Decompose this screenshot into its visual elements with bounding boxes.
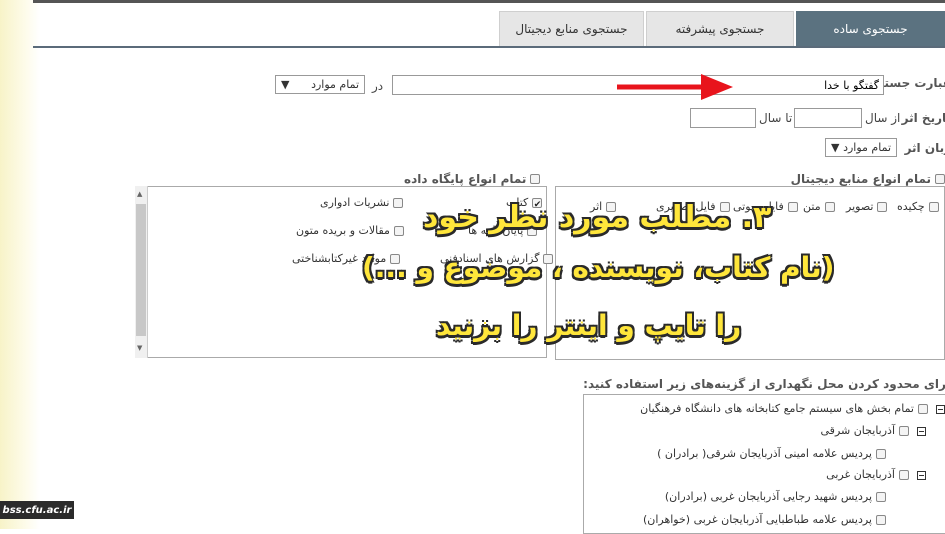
- chevron-down-icon: ▼: [831, 141, 840, 154]
- tab-digital-search[interactable]: جستجوی منابع دیجیتال: [499, 11, 644, 46]
- tab-simple-search[interactable]: جستجوی ساده: [796, 11, 945, 46]
- tree-item-all[interactable]: تمام بخش های سیستم جامع کتابخانه های دان…: [640, 402, 928, 415]
- tree-item-east-azarbaijan[interactable]: آذربایجان شرقی: [821, 424, 909, 437]
- tree-item-rajaei-campus[interactable]: پردیس شهید رجایی آذربایجان غربی (برادران…: [665, 490, 886, 503]
- checkbox[interactable]: [530, 174, 541, 184]
- left-edge-decoration: [0, 0, 40, 529]
- from-year-label: از سال: [865, 111, 901, 125]
- overlay-line-3: را تایپ و اینتر را بزنید: [436, 309, 742, 342]
- language-select[interactable]: ▼ تمام موارد: [825, 138, 897, 157]
- overlay-line-2: (نام کتاب، نویسنده ، موضوع و ...): [362, 251, 835, 284]
- from-year-input[interactable]: [794, 108, 862, 128]
- tab-advanced-search[interactable]: جستجوی پیشرفته: [646, 11, 794, 46]
- digital-type-text[interactable]: متن: [803, 200, 835, 213]
- checkbox[interactable]: [935, 174, 945, 184]
- digital-types-header[interactable]: تمام انواع منابع دیجیتال: [791, 172, 945, 186]
- scroll-thumb[interactable]: [136, 204, 146, 336]
- scroll-up-icon[interactable]: ▲: [137, 190, 142, 198]
- watermark: bss.cfu.ac.ir: [0, 501, 74, 519]
- scroll-down-icon[interactable]: ▼: [137, 344, 142, 352]
- collapse-icon[interactable]: [917, 427, 926, 436]
- digital-type-image[interactable]: تصویر: [846, 200, 888, 213]
- scope-select[interactable]: ▼ تمام موارد: [275, 75, 365, 94]
- chevron-down-icon: ▼: [281, 78, 290, 91]
- in-label: در: [372, 79, 384, 93]
- to-year-label: تا سال: [759, 111, 793, 125]
- collapse-icon[interactable]: [917, 471, 926, 480]
- tree-item-tabatabaei-campus[interactable]: پردیس علامه طباطبایی آذربایجان غربی (خوا…: [643, 513, 886, 526]
- tree-item-west-azarbaijan[interactable]: آذربایجان غربی: [826, 468, 909, 481]
- language-label: زبان اثر: [904, 141, 945, 155]
- location-prompt: برای محدود کردن محل نگهداری از گزینه‌های…: [583, 377, 945, 391]
- overlay-line-1: ۳. مطلب مورد نظر خود: [423, 200, 772, 235]
- db-type-periodicals[interactable]: نشریات ادواری: [320, 196, 404, 209]
- db-type-articles[interactable]: مقالات و بریده متون: [296, 224, 404, 237]
- red-arrow-icon: [617, 74, 733, 100]
- db-types-header[interactable]: تمام انواع پایگاه داده: [404, 172, 541, 186]
- date-label: تاریخ اثر: [901, 111, 945, 125]
- to-year-input[interactable]: [690, 108, 756, 128]
- digital-type-abstract[interactable]: چکیده: [897, 200, 939, 213]
- top-bar: [33, 0, 945, 3]
- collapse-icon[interactable]: [936, 405, 945, 414]
- scrollbar[interactable]: ▲ ▼: [135, 186, 148, 358]
- tree-item-amini-campus[interactable]: پردیس علامه امینی آذربایجان شرقی( برادرا…: [657, 447, 886, 460]
- tabs-underline: [33, 46, 945, 48]
